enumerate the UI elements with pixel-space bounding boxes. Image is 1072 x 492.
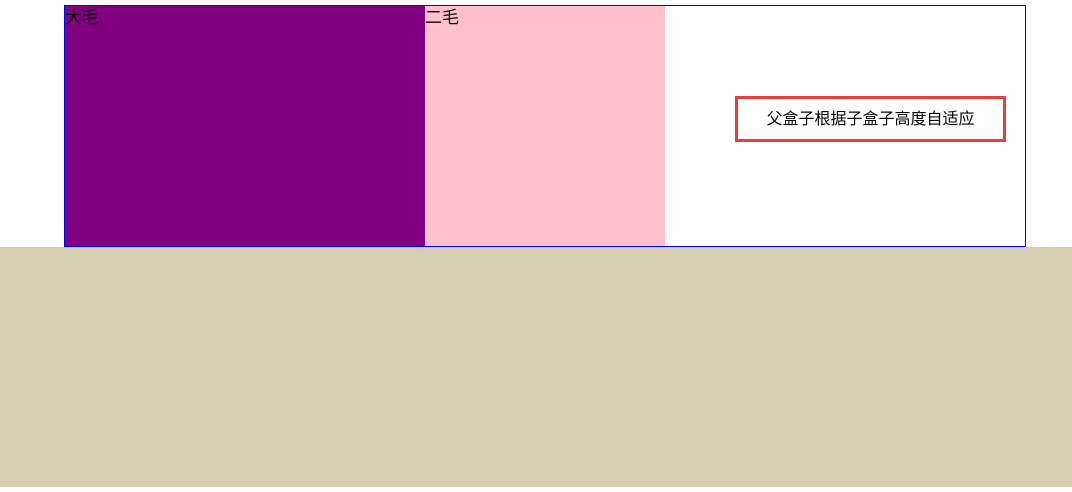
footer-box [0, 247, 1072, 487]
annotation-text: 父盒子根据子盒子高度自适应 [766, 109, 975, 128]
page: 大毛 二毛 父盒子根据子盒子高度自适应 [0, 0, 1072, 492]
big-brother-label: 大毛 [65, 8, 99, 28]
big-brother-box: 大毛 [65, 6, 425, 246]
second-brother-box: 二毛 [425, 6, 665, 246]
second-brother-label: 二毛 [425, 8, 459, 28]
annotation-box: 父盒子根据子盒子高度自适应 [735, 96, 1006, 142]
